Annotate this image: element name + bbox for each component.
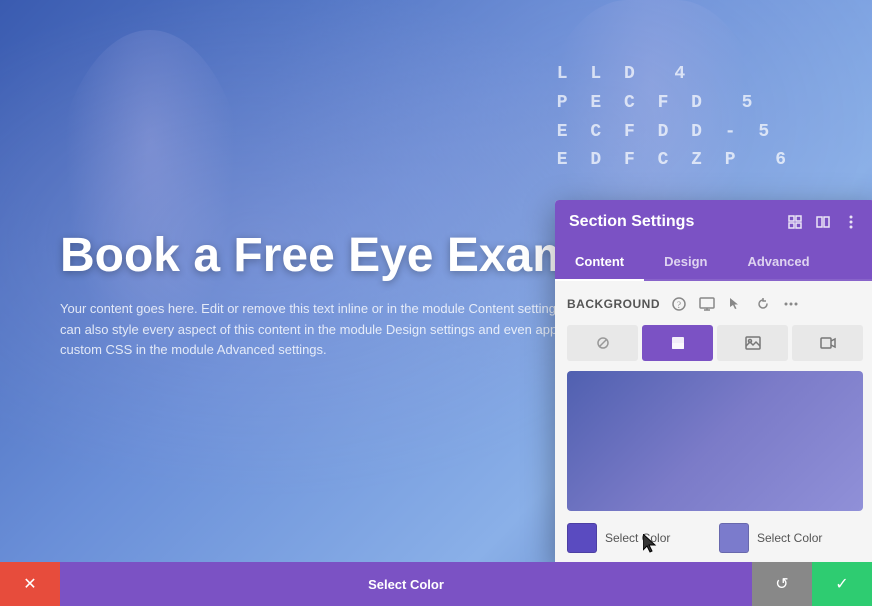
select-color-btn-1[interactable]: Select Color bbox=[605, 531, 670, 545]
hero-title: Book a Free Eye Exam bbox=[60, 230, 600, 283]
desktop-icon[interactable] bbox=[696, 293, 718, 315]
select-color-btn-2[interactable]: Select Color bbox=[757, 531, 822, 545]
toolbar-select-color-button[interactable]: Select Color bbox=[60, 562, 752, 606]
gradient-preview bbox=[567, 371, 863, 511]
more-icon[interactable] bbox=[841, 212, 861, 232]
help-icon[interactable]: ? bbox=[668, 293, 690, 315]
color-stop-2: Select Color bbox=[719, 523, 863, 553]
bg-type-row bbox=[567, 325, 863, 361]
eye-chart: L L D 4 P E C F D 5 E C F D D - 5 E D F … bbox=[557, 60, 792, 175]
bg-type-image[interactable] bbox=[717, 325, 788, 361]
tabs-row: Content Design Advanced bbox=[555, 244, 872, 281]
confirm-icon: ✓ bbox=[835, 574, 848, 594]
color-swatch-2[interactable] bbox=[719, 523, 749, 553]
color-stops-row: Select Color Select Color bbox=[567, 523, 863, 553]
tab-design[interactable]: Design bbox=[644, 244, 727, 281]
toolbar-confirm-button[interactable]: ✓ bbox=[812, 562, 872, 606]
background-label-row: Background ? bbox=[567, 293, 863, 315]
color-stop-1: Select Color bbox=[567, 523, 711, 553]
bg-type-color[interactable] bbox=[642, 325, 713, 361]
bottom-toolbar: ✕ Select Color ↺ ✓ bbox=[0, 562, 872, 606]
cancel-icon: ✕ bbox=[23, 574, 36, 594]
hero-content: Book a Free Eye Exam Your content goes h… bbox=[60, 230, 600, 361]
settings-panel: Section Settings bbox=[555, 200, 872, 565]
toolbar-redo-button[interactable]: ↺ bbox=[752, 562, 812, 606]
more-options-icon[interactable] bbox=[780, 293, 802, 315]
svg-text:?: ? bbox=[677, 300, 681, 310]
background-label: Background bbox=[567, 297, 660, 311]
columns-icon[interactable] bbox=[813, 212, 833, 232]
toolbar-cancel-button[interactable]: ✕ bbox=[0, 562, 60, 606]
redo-icon: ↺ bbox=[775, 574, 788, 594]
expand-icon[interactable] bbox=[785, 212, 805, 232]
tab-advanced[interactable]: Advanced bbox=[727, 244, 829, 281]
reset-icon[interactable] bbox=[752, 293, 774, 315]
bg-icon-row: ? bbox=[668, 293, 802, 315]
bg-type-none[interactable] bbox=[567, 325, 638, 361]
panel-header: Section Settings bbox=[555, 200, 872, 244]
bg-type-video[interactable] bbox=[792, 325, 863, 361]
tab-content[interactable]: Content bbox=[555, 244, 644, 281]
select-color-label: Select Color bbox=[368, 577, 444, 592]
pointer-icon[interactable] bbox=[724, 293, 746, 315]
hero-subtitle: Your content goes here. Edit or remove t… bbox=[60, 299, 600, 361]
panel-body: Background ? bbox=[555, 281, 872, 565]
panel-title: Section Settings bbox=[569, 213, 694, 231]
panel-header-icons bbox=[785, 212, 861, 232]
color-swatch-1[interactable] bbox=[567, 523, 597, 553]
